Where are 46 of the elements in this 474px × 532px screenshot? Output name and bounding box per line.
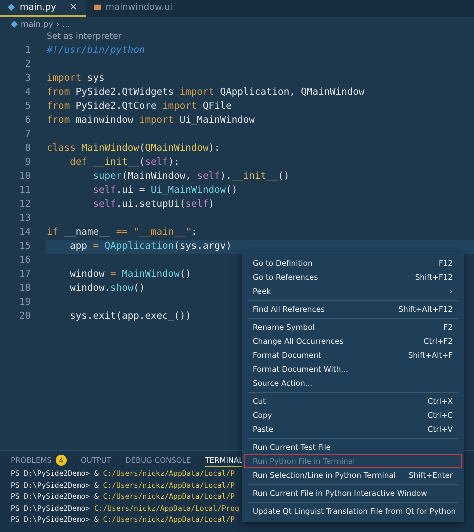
code-line: #!/usr/bin/python (47, 44, 146, 58)
line-number: 10 (18, 170, 31, 184)
code-line: from PySide2.QtCore import QFile (47, 100, 233, 114)
line-number: 1 (24, 44, 31, 58)
editor-tab[interactable]: main.py × (0, 0, 86, 17)
line-number: 17 (18, 268, 31, 282)
line-number: 9 (24, 156, 31, 170)
tab-label: main.py (20, 2, 56, 12)
code-line: if __name__ == "__main__": (47, 226, 198, 240)
breadcrumb-separator: › (56, 20, 60, 28)
line-number: 4 (24, 86, 31, 100)
line-number: 5 (24, 100, 31, 114)
line-number: 15 (18, 240, 31, 254)
code-line: super(MainWindow, self).__init__() (92, 170, 291, 184)
breadcrumb-item[interactable]: ... (62, 20, 70, 28)
file-icon (11, 20, 18, 28)
line-number: 20 (18, 310, 31, 324)
line-number: 14 (18, 226, 31, 240)
code-line: class MainWindow(QMainWindow): (47, 142, 222, 156)
line-number: 13 (18, 212, 31, 226)
codelens-link[interactable]: Set as interpreter (0, 31, 474, 44)
code-line: from PySide2.QtWidgets import QApplication, QMainWindow (47, 86, 366, 100)
file-icon (94, 4, 101, 11)
line-number: 16 (18, 254, 31, 268)
line-number: 18 (18, 282, 31, 296)
code-line: window = MainWindow() (69, 268, 192, 282)
code-line: from mainwindow import Ui_MainWindow (47, 114, 256, 128)
line-number: 3 (24, 72, 31, 86)
tab-label: mainwindow.ui (106, 2, 173, 12)
line-number: 11 (18, 184, 31, 198)
line-number: 2 (24, 58, 31, 72)
line-number: 6 (24, 114, 31, 128)
line-number: 7 (24, 128, 31, 142)
breadcrumb-item[interactable]: main.py (21, 20, 54, 28)
close-icon[interactable]: × (69, 2, 78, 13)
code-line: self.ui.setupUi(self) (92, 198, 216, 212)
code-line: window.show() (69, 282, 146, 296)
code-line: app = QApplication(sys.argv) (69, 240, 233, 254)
line-number: 8 (24, 142, 31, 156)
code-line: import sys (47, 72, 106, 86)
code-line: self.ui = Ui_MainWindow() (92, 184, 239, 198)
code-line: def __init__(self): (69, 156, 181, 170)
line-number: 12 (18, 198, 31, 212)
line-number: 19 (18, 296, 31, 310)
file-icon (8, 4, 15, 11)
code-line: sys.exit(app.exec_()) (69, 310, 192, 324)
